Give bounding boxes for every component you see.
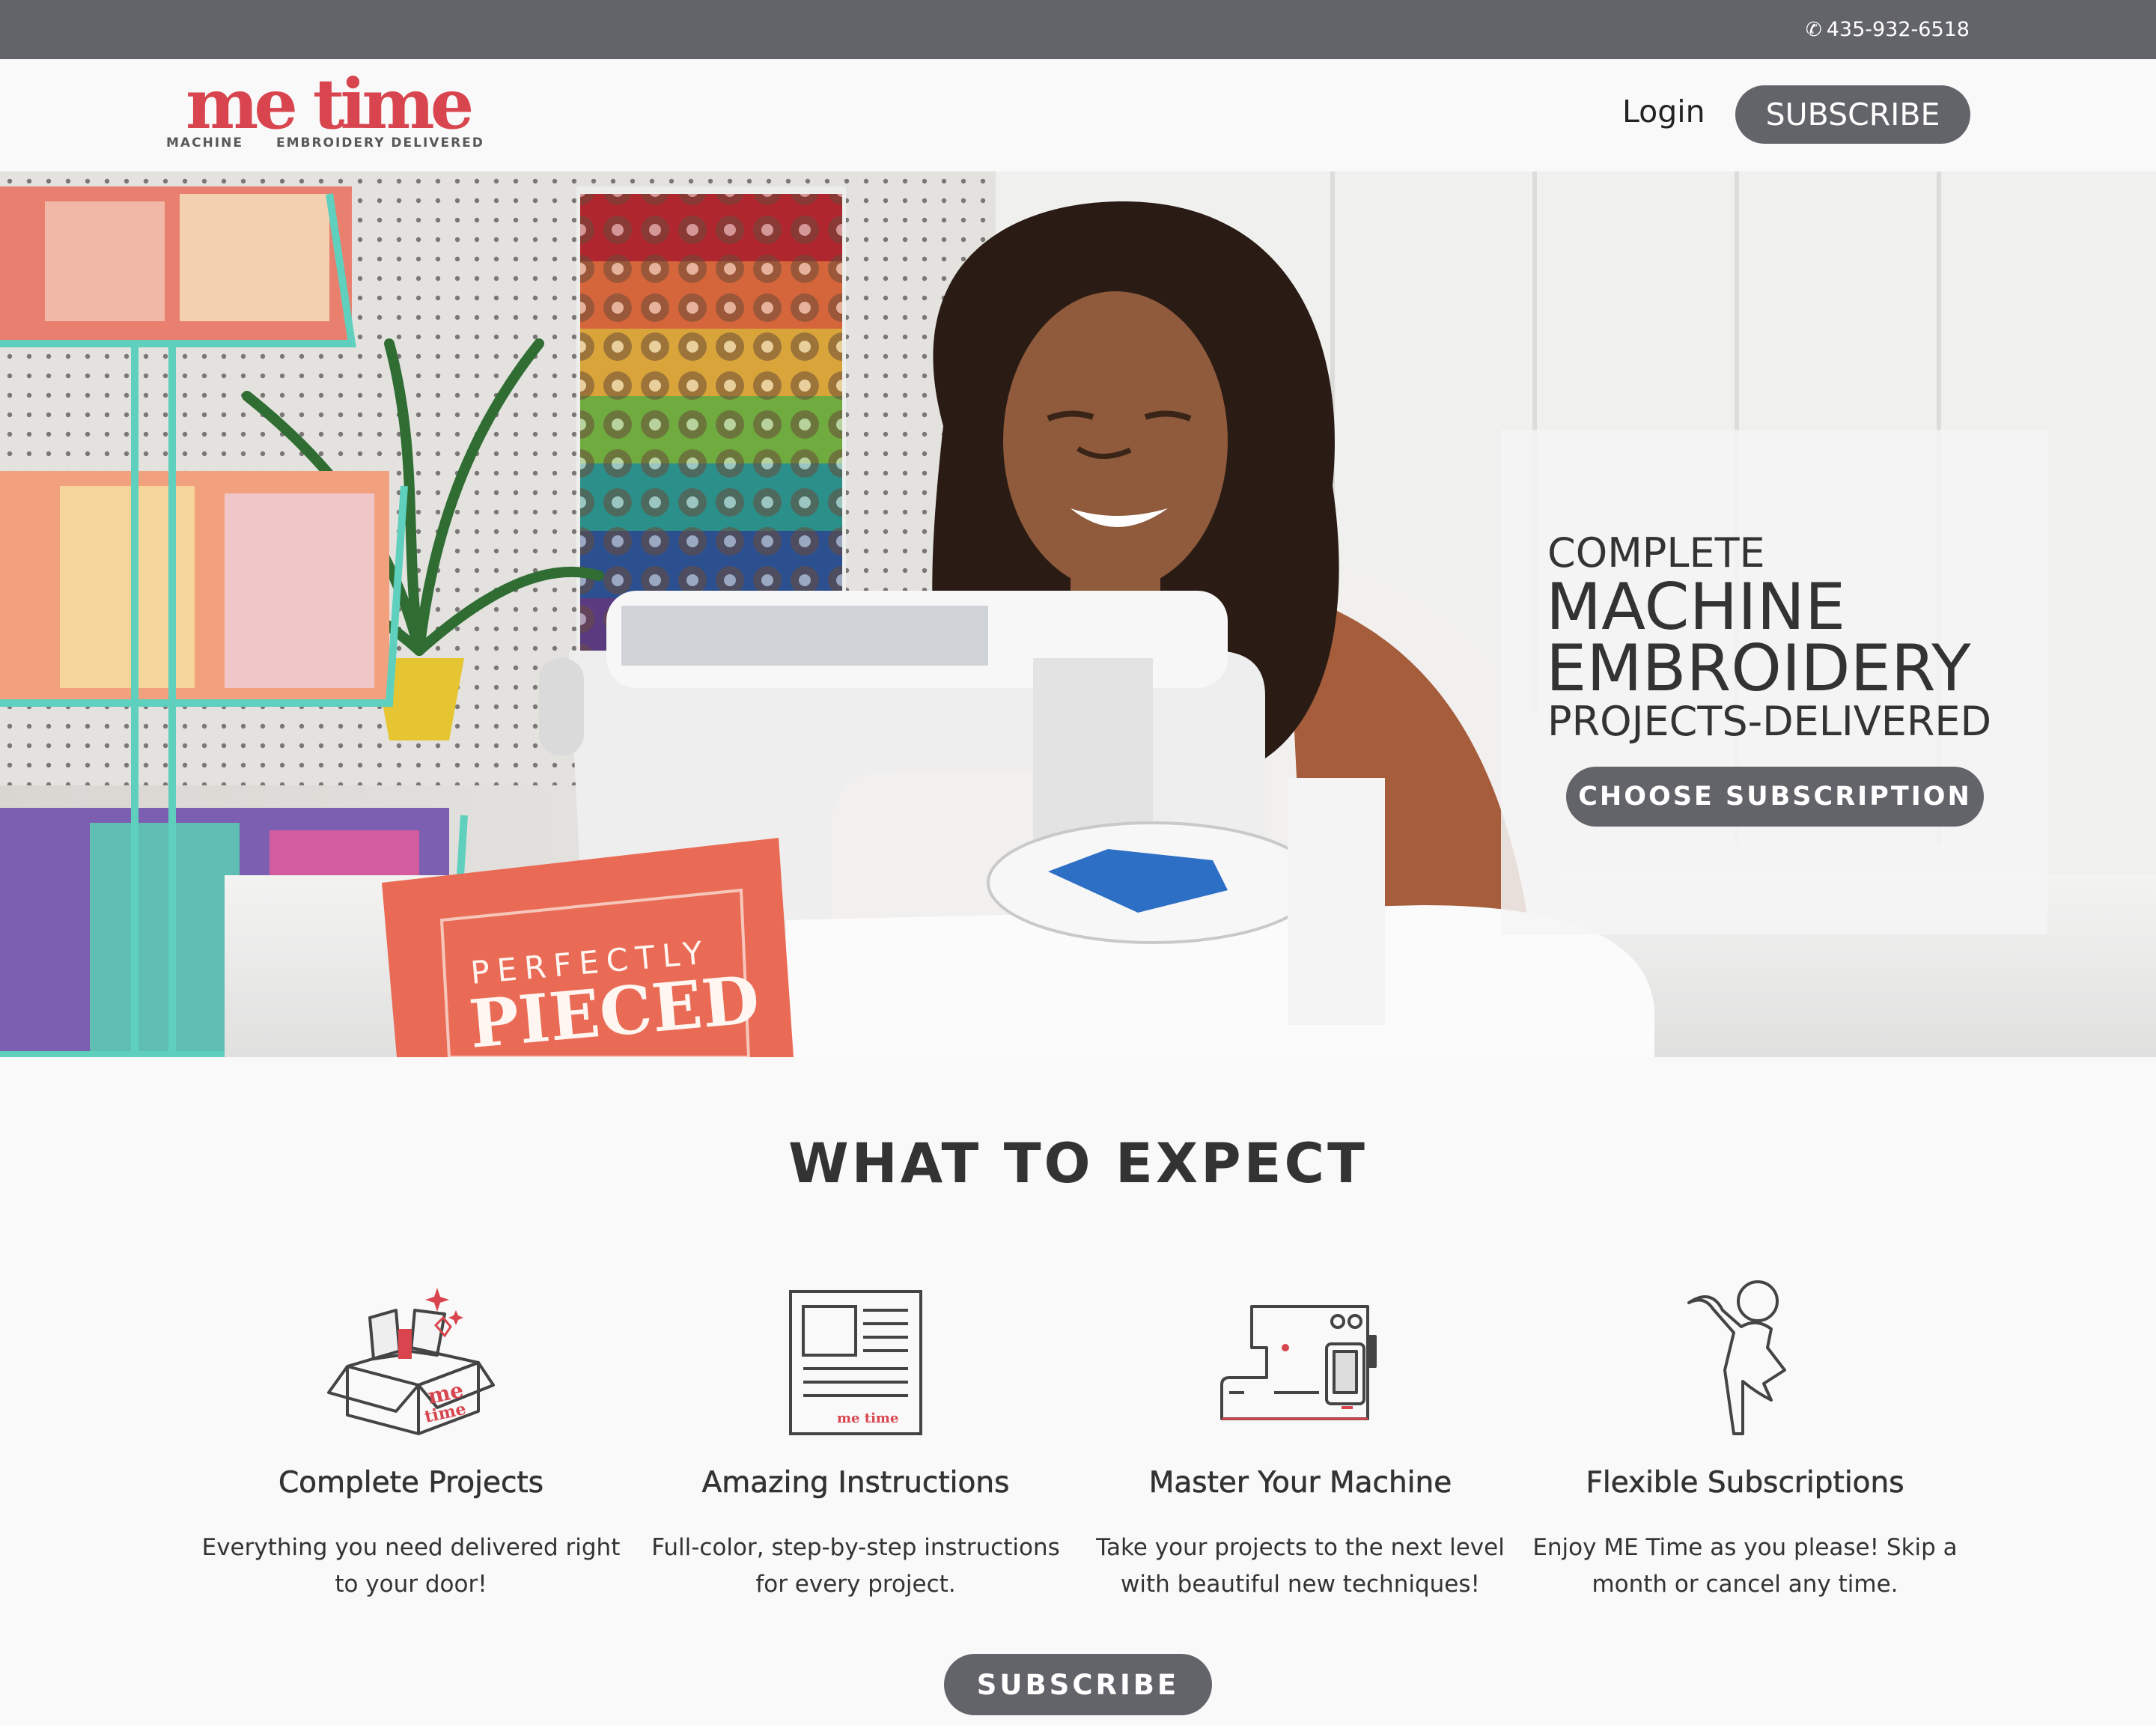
feature-master-your-machine: Master Your Machine Take your projects t… xyxy=(1083,1273,1517,1604)
logo-wordmark: me time xyxy=(186,64,474,144)
feature-text: Take your projects to the next level wit… xyxy=(1096,1533,1505,1598)
phone-link[interactable]: ✆ 435-932-6518 xyxy=(1806,0,1970,59)
hero-headline-line4: PROJECTS-DELIVERED xyxy=(1547,698,1992,745)
dancing-person-icon xyxy=(1687,1280,1786,1435)
logo-tagline-left: MACHINE xyxy=(166,136,243,150)
choose-subscription-button[interactable]: CHOOSE SUBSCRIPTION xyxy=(1566,767,1984,827)
hero-card: COMPLETE MACHINE EMBROIDERY PROJECTS-DEL… xyxy=(1501,430,2047,934)
feature-complete-projects: me time Complete Projects Everything you… xyxy=(194,1273,628,1604)
site-logo[interactable]: me time MACHINE EMBROIDERY DELIVERED xyxy=(166,70,484,156)
gift-box-icon: me time xyxy=(327,1288,495,1435)
hero-headline-line2: MACHINE xyxy=(1546,570,1846,645)
instructions-icon: me time xyxy=(789,1290,922,1435)
section-subscribe-button[interactable]: SUBSCRIBE xyxy=(944,1654,1212,1715)
feature-title: Complete Projects xyxy=(278,1466,544,1500)
hero-headline-line1: COMPLETE xyxy=(1547,529,1765,576)
feature-amazing-instructions: me time Amazing Instructions Full-color,… xyxy=(639,1273,1073,1604)
phone-number: 435-932-6518 xyxy=(1826,18,1970,41)
feature-title: Flexible Subscriptions xyxy=(1586,1466,1904,1500)
section-title: WHAT TO EXPECT xyxy=(788,1132,1368,1196)
feature-title: Amazing Instructions xyxy=(701,1466,1010,1500)
site-header: me time MACHINE EMBROIDERY DELIVERED Logi… xyxy=(0,59,2156,171)
feature-text: Enjoy ME Time as you please! Skip a mont… xyxy=(1532,1533,1958,1598)
logo-tagline: MACHINE EMBROIDERY DELIVERED xyxy=(166,136,484,150)
feature-text: Everything you need delivered right to y… xyxy=(201,1533,621,1598)
header-subscribe-button[interactable]: SUBSCRIBE xyxy=(1735,85,1970,144)
hero-banner: PERFECTLY PIECED COMPLETE MACHINE EMBROI… xyxy=(0,171,2156,1057)
feature-flexible-subscriptions: Flexible Subscriptions Enjoy ME Time as … xyxy=(1528,1273,1962,1604)
logo-tagline-right: EMBROIDERY DELIVERED xyxy=(275,136,484,150)
top-bar: ✆ 435-932-6518 xyxy=(0,0,2156,59)
hero-headline-line3: EMBROIDERY xyxy=(1546,631,1971,706)
login-link[interactable]: Login xyxy=(1622,94,1705,130)
phone-icon: ✆ xyxy=(1805,18,1822,41)
embroidery-machine-icon xyxy=(1220,1305,1377,1420)
svg-text:me time: me time xyxy=(837,1411,898,1426)
feature-title: Master Your Machine xyxy=(1148,1466,1452,1500)
feature-text: Full-color, step-by-step instructions fo… xyxy=(651,1533,1060,1598)
